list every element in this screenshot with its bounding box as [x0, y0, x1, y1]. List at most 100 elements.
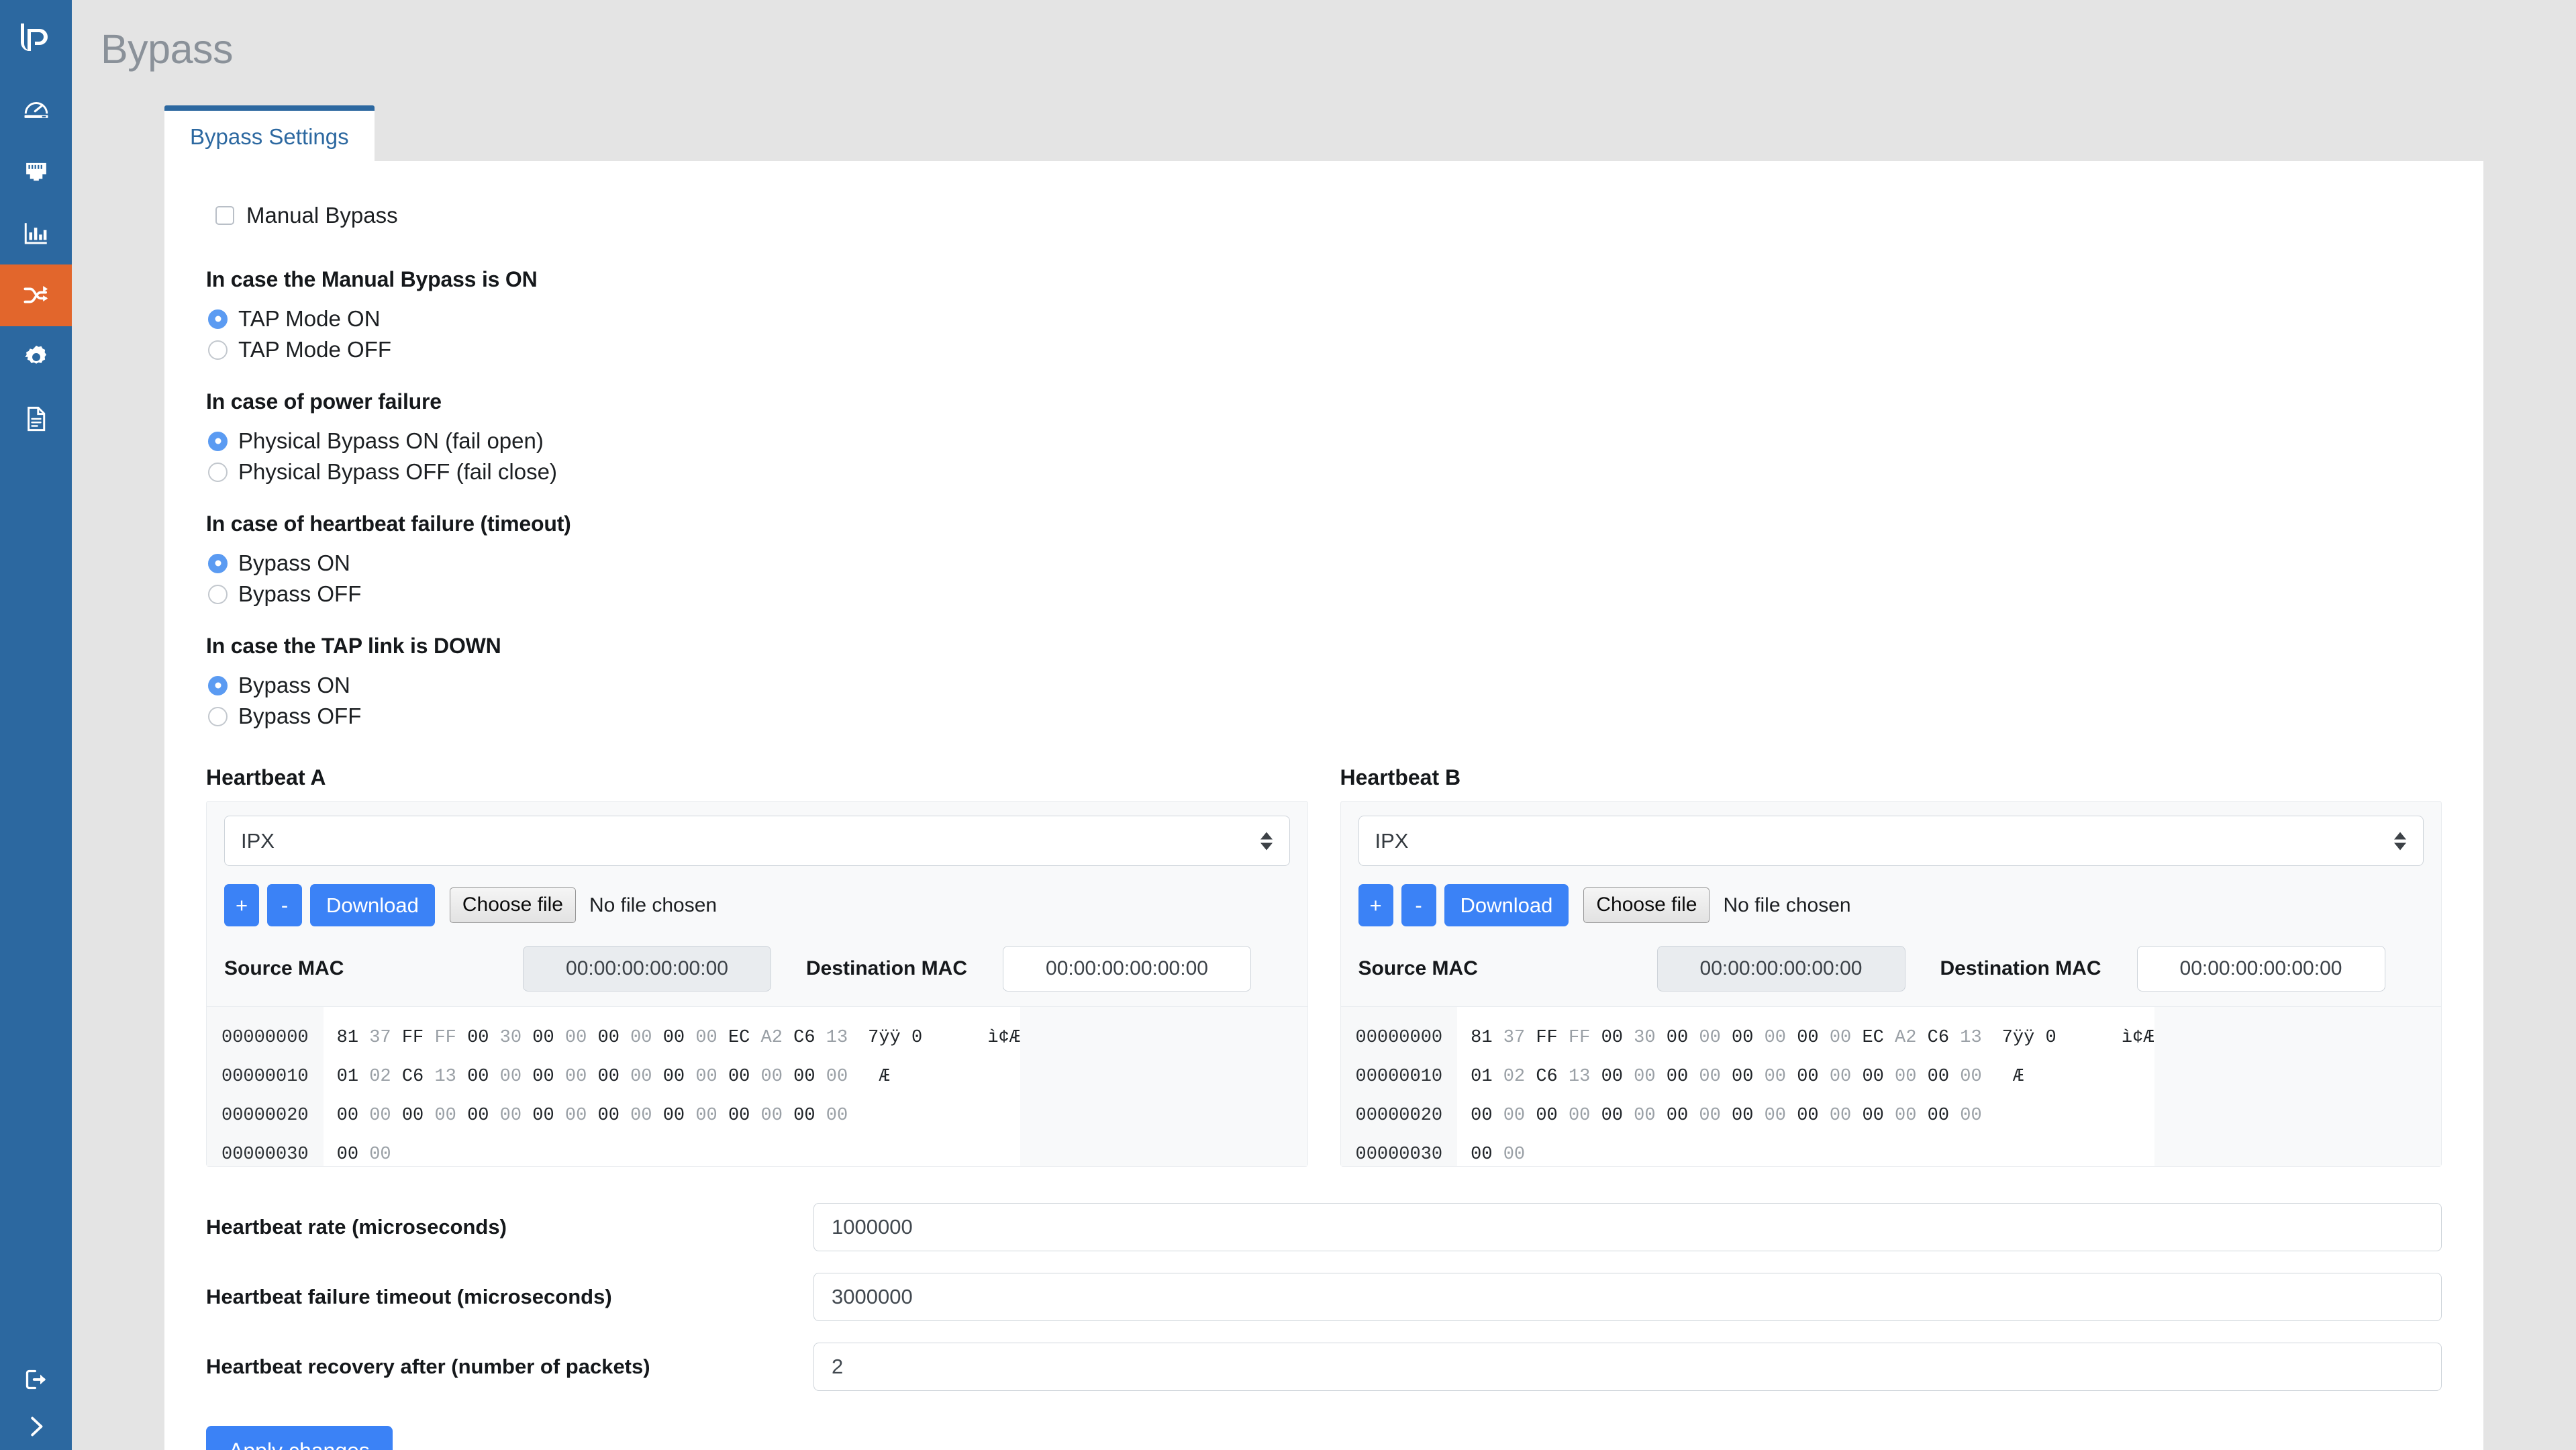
sidebar-item-statistics[interactable]: [0, 203, 72, 264]
app-root: Bypass Bypass Settings Manual Bypass In …: [0, 0, 2576, 1450]
heartbeat-b-remove-button[interactable]: -: [1401, 884, 1436, 926]
heartbeat-a-download-button[interactable]: Download: [310, 884, 435, 926]
radio-physical-bypass-on[interactable]: [208, 432, 228, 451]
radio-label: TAP Mode ON: [238, 306, 381, 332]
manual-bypass-row: Manual Bypass: [215, 203, 2442, 228]
sidebar-item-logs[interactable]: [0, 388, 72, 450]
heartbeat-b-hexdump: 00000000 00000010 00000020 00000030 81 3…: [1341, 1006, 2442, 1166]
settings-row: Heartbeat rate (microseconds): [206, 1203, 2442, 1251]
heartbeat-a-protocol-select[interactable]: IPX: [224, 816, 1290, 866]
group-title: In case of power failure: [206, 389, 2442, 414]
group-power-failure: In case of power failure Physical Bypass…: [206, 389, 2442, 485]
radio-label: Bypass ON: [238, 673, 350, 698]
gear-icon: [22, 343, 50, 371]
heartbeat-a-button-row: + - Download Choose file No file chosen: [224, 884, 1290, 926]
sidebar-item-dashboard[interactable]: [0, 79, 72, 141]
sidebar-expand-toggle[interactable]: [0, 1403, 72, 1450]
heartbeat-failure-timeout-input[interactable]: [813, 1273, 2442, 1321]
heartbeat-settings-rows: Heartbeat rate (microseconds) Heartbeat …: [206, 1203, 2442, 1391]
heartbeat-b-column: Heartbeat B IPX + - Down: [1340, 765, 2442, 1167]
shuffle-icon: [22, 281, 50, 309]
bar-chart-icon: [22, 220, 50, 248]
heartbeat-rate-input[interactable]: [813, 1203, 2442, 1251]
sidebar-bottom: [0, 1356, 72, 1450]
settings-row: Heartbeat recovery after (number of pack…: [206, 1343, 2442, 1391]
radio-row[interactable]: Bypass ON: [208, 673, 2442, 698]
sidebar-item-settings[interactable]: [0, 326, 72, 388]
bp-logo-icon: [17, 22, 56, 57]
heartbeat-failure-timeout-label: Heartbeat failure timeout (microseconds): [206, 1285, 813, 1309]
logout-icon: [23, 1366, 50, 1393]
heartbeat-recovery-input[interactable]: [813, 1343, 2442, 1391]
hex-bytes-column: 81 37 FF FF 00 30 00 00 00 00 00 00 EC A…: [324, 1007, 848, 1166]
hex-bytes-column: 81 37 FF FF 00 30 00 00 00 00 00 00 EC A…: [1457, 1007, 1982, 1166]
heartbeat-a-destination-mac-input[interactable]: [1003, 946, 1251, 992]
main-content: Bypass Bypass Settings Manual Bypass In …: [72, 0, 2576, 1450]
hex-ascii-column: 7ÿÿ 0 ì¢Æ Æ: [1982, 1007, 2154, 1166]
heartbeat-b-add-button[interactable]: +: [1358, 884, 1393, 926]
radio-tap-mode-off[interactable]: [208, 340, 228, 360]
sidebar-item-bypass[interactable]: [0, 264, 72, 326]
apply-changes-button[interactable]: Apply changes: [206, 1426, 393, 1450]
heartbeat-a-source-mac-label: Source MAC: [224, 957, 523, 980]
app-logo[interactable]: [0, 0, 72, 79]
radio-label: TAP Mode OFF: [238, 337, 391, 362]
group-heartbeat-failure: In case of heartbeat failure (timeout) B…: [206, 512, 2442, 607]
radio-tap-mode-on[interactable]: [208, 309, 228, 329]
heartbeat-recovery-label: Heartbeat recovery after (number of pack…: [206, 1355, 813, 1379]
heartbeat-a-column: Heartbeat A IPX + - Down: [206, 765, 1308, 1167]
radio-physical-bypass-off[interactable]: [208, 463, 228, 482]
radio-label: Bypass ON: [238, 550, 350, 576]
hex-offset-column: 00000000 00000010 00000020 00000030: [1341, 1007, 1458, 1166]
heartbeat-columns: Heartbeat A IPX + - Down: [206, 765, 2442, 1167]
radio-row[interactable]: Physical Bypass OFF (fail close): [208, 459, 2442, 485]
heartbeat-b-download-button[interactable]: Download: [1444, 884, 1569, 926]
heartbeat-b-protocol-select[interactable]: IPX: [1358, 816, 2424, 866]
heartbeat-b-source-mac-label: Source MAC: [1358, 957, 1657, 980]
radio-label: Physical Bypass ON (fail open): [238, 428, 544, 454]
heartbeat-b-destination-mac-input[interactable]: [2137, 946, 2385, 992]
heartbeat-a-choose-file-button[interactable]: Choose file: [450, 887, 576, 923]
manual-bypass-checkbox[interactable]: [215, 206, 234, 225]
radio-row[interactable]: Bypass OFF: [208, 704, 2442, 729]
radio-row[interactable]: TAP Mode ON: [208, 306, 2442, 332]
heartbeat-b-source-mac-input[interactable]: [1657, 946, 1905, 992]
heartbeat-a-source-mac-input[interactable]: [523, 946, 771, 992]
heartbeat-b-mac-row: Source MAC Destination MAC: [1358, 946, 2424, 992]
heartbeat-b-choose-file-button[interactable]: Choose file: [1583, 887, 1710, 923]
radio-row[interactable]: Bypass OFF: [208, 581, 2442, 607]
heartbeat-b-button-row: + - Download Choose file No file chosen: [1358, 884, 2424, 926]
tab-bar: Bypass Settings: [72, 106, 2576, 161]
heartbeat-a-remove-button[interactable]: -: [267, 884, 302, 926]
heartbeat-b-panel: IPX + - Download Choose file No file cho…: [1340, 801, 2442, 1167]
radio-tap-bypass-on[interactable]: [208, 676, 228, 695]
radio-row[interactable]: Bypass ON: [208, 550, 2442, 576]
sidebar-item-ports[interactable]: [0, 141, 72, 203]
heartbeat-a-add-button[interactable]: +: [224, 884, 259, 926]
hex-ascii-column: 7ÿÿ 0 ì¢Æ Æ: [848, 1007, 1020, 1166]
heartbeat-a-title: Heartbeat A: [206, 765, 1308, 790]
heartbeat-b-file-status: No file chosen: [1723, 894, 1850, 917]
sidebar-item-logout[interactable]: [0, 1356, 72, 1403]
manual-bypass-label: Manual Bypass: [246, 203, 398, 228]
dashboard-gauge-icon: [22, 96, 50, 124]
group-title: In case the TAP link is DOWN: [206, 634, 2442, 659]
hex-empty-area: [2154, 1007, 2441, 1166]
radio-label: Bypass OFF: [238, 581, 361, 607]
group-manual-bypass-on: In case the Manual Bypass is ON TAP Mode…: [206, 267, 2442, 362]
heartbeat-b-protocol-wrap: IPX: [1358, 816, 2424, 866]
radio-label: Physical Bypass OFF (fail close): [238, 459, 557, 485]
heartbeat-a-hexdump: 00000000 00000010 00000020 00000030 81 3…: [207, 1006, 1307, 1166]
group-title: In case the Manual Bypass is ON: [206, 267, 2442, 292]
tab-bypass-settings[interactable]: Bypass Settings: [164, 105, 375, 161]
radio-tap-bypass-off[interactable]: [208, 707, 228, 726]
chevron-right-icon: [23, 1413, 50, 1440]
radio-hb-bypass-on[interactable]: [208, 554, 228, 573]
radio-row[interactable]: Physical Bypass ON (fail open): [208, 428, 2442, 454]
heartbeat-b-destination-mac-label: Destination MAC: [1905, 957, 2137, 980]
radio-row[interactable]: TAP Mode OFF: [208, 337, 2442, 362]
document-icon: [22, 405, 50, 433]
settings-card-body: Manual Bypass In case the Manual Bypass …: [164, 203, 2483, 1450]
hex-offset-column: 00000000 00000010 00000020 00000030: [207, 1007, 324, 1166]
radio-hb-bypass-off[interactable]: [208, 585, 228, 604]
